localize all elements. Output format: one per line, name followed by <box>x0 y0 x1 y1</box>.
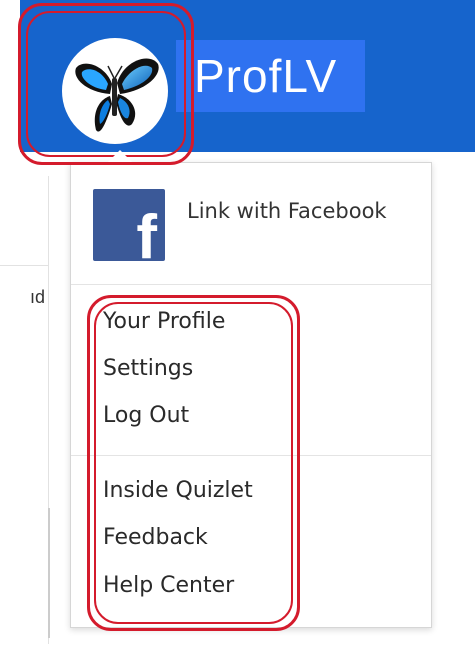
dropdown-caret <box>108 150 132 162</box>
avatar-highlight-box-inner <box>26 11 186 157</box>
page-divider-horizontal <box>0 265 48 266</box>
page-scroll-edge <box>48 508 50 638</box>
facebook-logo-letter: f <box>136 203 157 262</box>
username-label[interactable]: ProfLV <box>176 40 365 112</box>
facebook-icon: f <box>93 189 165 261</box>
page-text-fragment: ıd <box>30 287 46 307</box>
link-facebook-label: Link with Facebook <box>187 199 387 223</box>
link-facebook-item[interactable]: f Link with Facebook <box>93 189 413 261</box>
menu-highlight-box-inner <box>94 302 293 624</box>
menu-divider <box>71 284 431 285</box>
header-left-edge <box>0 0 20 152</box>
